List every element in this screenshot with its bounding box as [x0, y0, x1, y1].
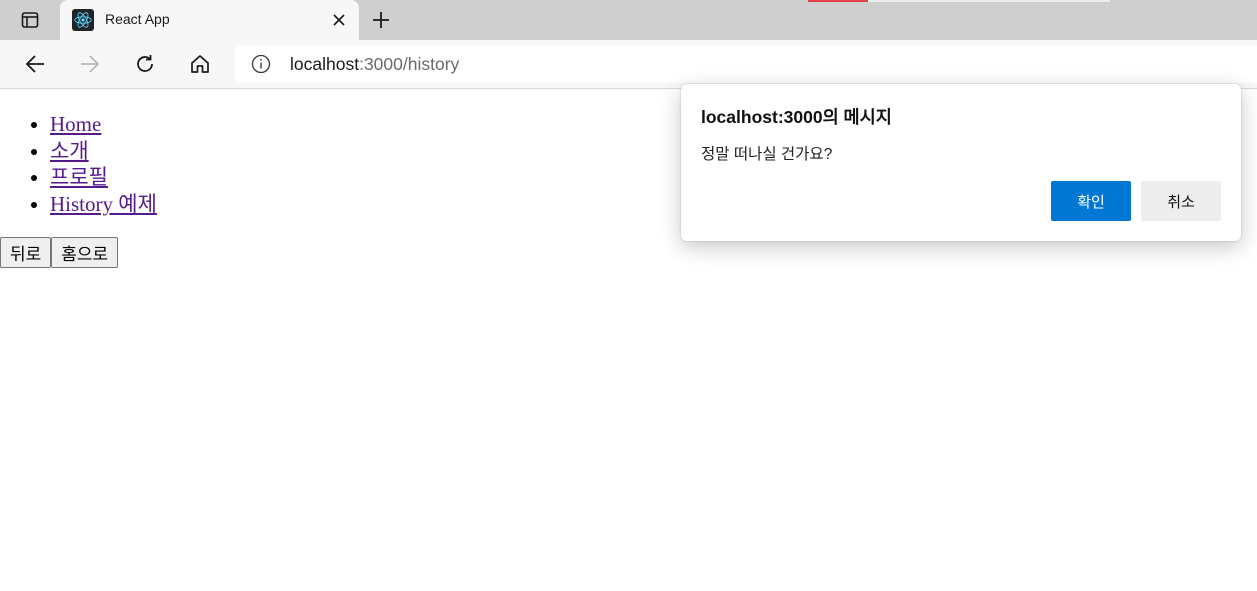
dialog-message: 정말 떠나실 건가요?	[701, 146, 833, 163]
info-icon	[251, 54, 271, 74]
other-window-tab-edge-light	[868, 0, 1110, 2]
tab-strip: React App	[0, 0, 1257, 40]
go-back-button[interactable]: 뒤로	[0, 237, 52, 268]
close-icon	[333, 14, 345, 26]
new-tab-button[interactable]	[366, 6, 396, 34]
dialog-title: localhost:3000의 메시지	[701, 107, 892, 127]
tab-title: React App	[105, 11, 170, 27]
tab-actions-button[interactable]	[10, 6, 50, 34]
active-tab[interactable]: React App	[60, 0, 359, 40]
react-logo-icon	[72, 9, 94, 31]
nav-list: Home 소개 프로필 History 예제	[0, 111, 157, 217]
go-home-button[interactable]: 홈으로	[51, 237, 119, 268]
plus-icon	[373, 12, 389, 28]
nav-link-home[interactable]: Home	[50, 112, 101, 136]
browser-toolbar: localhost:3000/history	[0, 40, 1257, 89]
confirm-ok-button[interactable]: 확인	[1051, 181, 1131, 221]
address-bar[interactable]: localhost:3000/history	[235, 45, 1257, 83]
nav-item: 소개	[50, 138, 157, 165]
url-path: :3000/history	[359, 54, 460, 74]
other-window-tab-edge	[808, 0, 868, 2]
back-arrow-icon	[25, 55, 44, 73]
button-row: 뒤로 홈으로	[0, 237, 119, 268]
home-button[interactable]	[184, 49, 216, 79]
url-text: localhost:3000/history	[290, 54, 459, 75]
url-host: localhost	[290, 54, 360, 74]
forward-arrow-icon	[81, 55, 100, 73]
home-icon	[191, 55, 209, 73]
tab-actions-icon	[20, 10, 40, 30]
back-button[interactable]	[19, 49, 51, 79]
site-info-button[interactable]	[251, 54, 271, 74]
close-tab-button[interactable]	[329, 10, 349, 30]
nav-link-history[interactable]: History 예제	[50, 192, 157, 216]
nav-link-about[interactable]: 소개	[50, 139, 89, 163]
nav-item: History 예제	[50, 191, 157, 218]
nav-link-profile[interactable]: 프로필	[50, 165, 108, 189]
nav-item: Home	[50, 111, 157, 138]
reload-button[interactable]	[129, 49, 161, 79]
nav-item: 프로필	[50, 164, 157, 191]
forward-button[interactable]	[74, 49, 106, 79]
confirm-dialog: localhost:3000의 메시지 정말 떠나실 건가요? 확인 취소	[681, 84, 1241, 241]
confirm-cancel-button[interactable]: 취소	[1141, 181, 1221, 221]
reload-icon	[137, 55, 153, 72]
